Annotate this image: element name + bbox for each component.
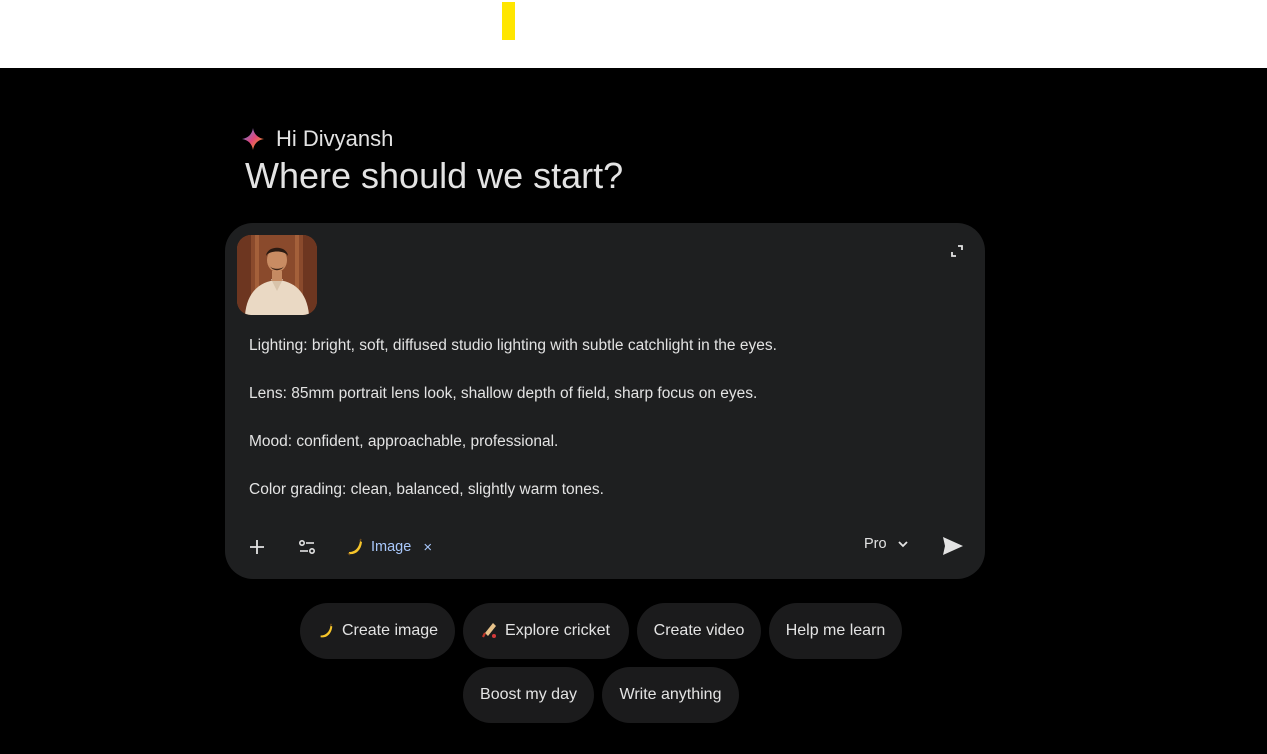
suggestion-create-image[interactable]: Create image xyxy=(300,603,455,659)
greeting-text: Hi Divyansh xyxy=(276,126,394,151)
banana-icon xyxy=(347,538,362,556)
top-white-bar xyxy=(0,0,1267,68)
image-chip-label: Image xyxy=(371,539,412,555)
suggestion-boost-my-day[interactable]: Boost my day xyxy=(463,667,594,723)
attached-image-thumbnail[interactable] xyxy=(237,235,317,315)
image-tool-chip[interactable]: Image × xyxy=(345,535,432,559)
add-attachment-button[interactable] xyxy=(245,535,269,559)
suggestion-create-video[interactable]: Create video xyxy=(637,603,761,659)
cricket-bat-icon xyxy=(482,623,497,638)
model-label: Pro xyxy=(864,536,887,552)
suggestion-label: Boost my day xyxy=(480,686,577,703)
prompt-line: Color grading: clean, balanced, slightly… xyxy=(249,481,604,498)
suggestion-label: Explore cricket xyxy=(505,622,610,639)
prompt-line: Mood: confident, approachable, professio… xyxy=(249,433,559,450)
remove-chip-icon[interactable]: × xyxy=(423,539,432,556)
suggestion-label: Create video xyxy=(653,622,745,639)
page-title: Where should we start? xyxy=(245,155,624,196)
plus-icon xyxy=(250,540,264,554)
chevron-down-icon xyxy=(897,541,908,548)
portrait-image xyxy=(237,235,317,315)
prompt-line: Lighting: bright, soft, diffused studio … xyxy=(249,337,777,354)
suggestion-write-anything[interactable]: Write anything xyxy=(602,667,739,723)
model-selector[interactable]: Pro xyxy=(864,536,909,552)
text-cursor-highlight xyxy=(502,2,515,40)
suggestion-label: Help me learn xyxy=(785,622,886,639)
suggestion-label: Create image xyxy=(341,622,439,639)
greeting-row: Hi Divyansh xyxy=(241,126,393,152)
tools-button[interactable] xyxy=(295,535,319,559)
prompt-text[interactable]: Lighting: bright, soft, diffused studio … xyxy=(249,336,949,528)
suggestion-explore-cricket[interactable]: Explore cricket xyxy=(463,603,629,659)
suggestion-label: Write anything xyxy=(619,686,722,703)
prompt-composer: Lighting: bright, soft, diffused studio … xyxy=(225,223,985,579)
suggestion-help-me-learn[interactable]: Help me learn xyxy=(769,603,902,659)
send-icon xyxy=(943,537,963,555)
send-button[interactable] xyxy=(939,532,967,560)
banana-icon xyxy=(320,623,333,638)
prompt-line: Lens: 85mm portrait lens look, shallow d… xyxy=(249,385,758,402)
expand-icon[interactable] xyxy=(949,243,965,259)
gemini-spark-icon xyxy=(242,128,264,150)
tools-icon xyxy=(298,539,316,555)
